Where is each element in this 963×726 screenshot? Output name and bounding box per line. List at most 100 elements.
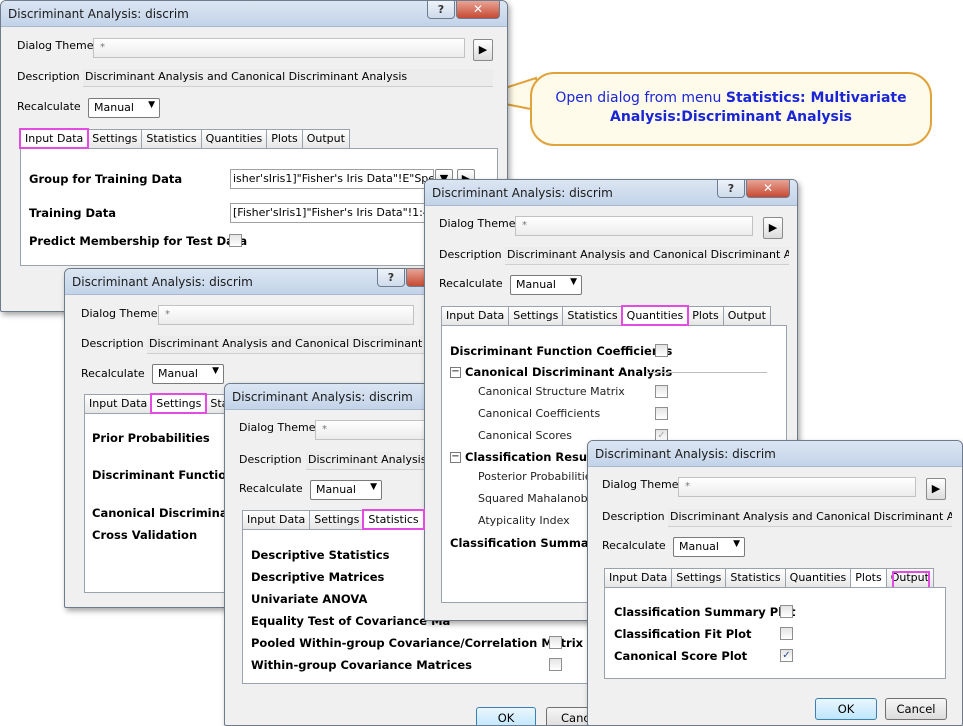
tab-input-data[interactable]: Input Data bbox=[18, 128, 90, 149]
equality-test-label: Equality Test of Covariance Ma bbox=[251, 614, 451, 628]
tab-plots[interactable]: Plots bbox=[850, 568, 887, 587]
tab-settings[interactable]: Settings bbox=[309, 510, 365, 529]
callout-text-prefix: Open dialog from menu bbox=[555, 90, 726, 106]
description-label: Description bbox=[239, 453, 302, 466]
theme-input[interactable]: * bbox=[93, 38, 465, 58]
recalculate-select[interactable]: Manual ▼ bbox=[152, 364, 224, 384]
recalculate-value: Manual bbox=[158, 367, 198, 380]
tab-statistics[interactable]: Statistics bbox=[141, 129, 202, 148]
chevron-down-icon: ▼ bbox=[570, 277, 577, 287]
theme-menu-button[interactable]: ▶ bbox=[926, 478, 946, 500]
tab-quantities[interactable]: Quantities bbox=[620, 305, 690, 326]
canonical-score-plot-checkbox[interactable]: ✓ bbox=[780, 649, 793, 662]
theme-input[interactable]: * bbox=[158, 305, 414, 325]
tab-plots[interactable]: Plots bbox=[687, 306, 724, 325]
canonical-coefficients-checkbox[interactable] bbox=[655, 407, 668, 420]
atypicality-index-label: Atypicality Index bbox=[478, 514, 570, 527]
recalculate-value: Manual bbox=[316, 483, 356, 496]
help-button[interactable]: ? bbox=[377, 269, 405, 287]
theme-input[interactable]: * bbox=[515, 216, 753, 236]
theme-label: Dialog Theme bbox=[17, 39, 94, 52]
tab-quantities[interactable]: Quantities bbox=[784, 568, 852, 587]
recalculate-value: Manual bbox=[94, 101, 134, 114]
titlebar: Discriminant Analysis: discrim ? ✕ bbox=[425, 180, 797, 206]
tab-input-data[interactable]: Input Data bbox=[84, 394, 153, 413]
instruction-callout: Open dialog from menu Statistics: Multiv… bbox=[530, 72, 932, 146]
tab-statistics[interactable]: Statistics bbox=[562, 306, 623, 325]
close-icon: ✕ bbox=[762, 181, 774, 195]
tab-strip: Input Data Settings Statistics bbox=[242, 509, 425, 530]
pooled-covariance-checkbox[interactable] bbox=[549, 636, 562, 649]
description-field: Discriminant Analysis and Canonical Disc… bbox=[505, 247, 789, 265]
canonical-structure-checkbox[interactable] bbox=[655, 385, 668, 398]
tab-strip: Input Data Settings Statistics Quantitie… bbox=[441, 305, 771, 326]
chevron-down-icon: ▼ bbox=[212, 366, 219, 376]
classification-collapse-toggle[interactable]: − bbox=[450, 452, 461, 463]
recalculate-select[interactable]: Manual ▼ bbox=[310, 480, 382, 500]
posterior-probabilities-label: Posterior Probabilities bbox=[478, 470, 598, 483]
predict-membership-checkbox[interactable] bbox=[229, 234, 242, 247]
help-button[interactable]: ? bbox=[717, 180, 745, 198]
description-field: Discriminant Analysis and Canonical Disc… bbox=[147, 336, 435, 354]
cross-validation-label: Cross Validation bbox=[92, 528, 198, 542]
tab-quantities[interactable]: Quantities bbox=[200, 129, 268, 148]
ok-button[interactable]: OK bbox=[476, 707, 536, 725]
canonical-discriminant-label: Canonical Discriminant bbox=[92, 506, 242, 520]
tab-settings[interactable]: Settings bbox=[508, 306, 564, 325]
window-title: Discriminant Analysis: discrim bbox=[72, 275, 253, 289]
tab-settings[interactable]: Settings bbox=[87, 129, 143, 148]
tab-output[interactable]: Output bbox=[722, 306, 771, 325]
theme-input[interactable]: * bbox=[678, 477, 916, 497]
within-group-covariance-label: Within-group Covariance Matrices bbox=[251, 658, 472, 672]
dialog-plots: Discriminant Analysis: discrim Dialog Th… bbox=[587, 440, 963, 726]
description-label: Description bbox=[439, 248, 502, 261]
description-field: Discriminant Analysis and Canonical Disc… bbox=[668, 509, 952, 527]
group-training-field[interactable]: isher'sIris1]"Fisher's Iris Data"!E"Spec… bbox=[230, 169, 434, 189]
canonical-group-label: Canonical Discriminant Analysis bbox=[465, 365, 673, 379]
tab-strip: Input Data Settings Statistics Quantitie… bbox=[604, 568, 934, 587]
descriptive-matrices-label: Descriptive Matrices bbox=[251, 570, 385, 584]
univariate-anova-label: Univariate ANOVA bbox=[251, 592, 368, 606]
tab-settings[interactable]: Settings bbox=[150, 393, 208, 414]
group-training-label: Group for Training Data bbox=[29, 172, 183, 186]
canonical-structure-label: Canonical Structure Matrix bbox=[478, 385, 625, 398]
canonical-collapse-toggle[interactable]: − bbox=[450, 367, 461, 378]
recalculate-select[interactable]: Manual ▼ bbox=[510, 275, 582, 295]
cancel-button[interactable]: Cancel bbox=[885, 698, 947, 720]
recalculate-label: Recalculate bbox=[17, 100, 81, 113]
recalculate-label: Recalculate bbox=[602, 539, 666, 552]
training-data-label: Training Data bbox=[29, 206, 117, 220]
recalculate-select[interactable]: Manual ▼ bbox=[88, 98, 160, 118]
recalculate-label: Recalculate bbox=[439, 277, 503, 290]
tab-strip: Input Data Settings Sta bbox=[84, 393, 234, 414]
close-button[interactable]: ✕ bbox=[456, 1, 500, 19]
ok-button[interactable]: OK bbox=[815, 698, 877, 720]
tab-input-data[interactable]: Input Data bbox=[604, 568, 673, 587]
within-group-covariance-checkbox[interactable] bbox=[549, 658, 562, 671]
description-label: Description bbox=[17, 70, 80, 83]
training-data-field[interactable]: [Fisher'sIris1]"Fisher's Iris Data"!1:4 bbox=[230, 203, 450, 223]
tab-input-data[interactable]: Input Data bbox=[242, 510, 311, 529]
classification-fit-plot-checkbox[interactable] bbox=[780, 627, 793, 640]
arrow-right-icon: ▶ bbox=[478, 43, 488, 56]
window-title: Discriminant Analysis: discrim bbox=[8, 7, 189, 21]
pooled-covariance-label: Pooled Within-group Covariance/Correlati… bbox=[251, 636, 584, 650]
close-button[interactable]: ✕ bbox=[746, 180, 790, 198]
classification-summary-label: Classification Summary bbox=[450, 536, 602, 550]
theme-menu-button[interactable]: ▶ bbox=[473, 39, 493, 61]
window-title: Discriminant Analysis: discrim bbox=[432, 186, 613, 200]
help-button[interactable]: ? bbox=[427, 1, 455, 19]
theme-label: Dialog Theme bbox=[81, 307, 158, 320]
canonical-scores-label: Canonical Scores bbox=[478, 429, 573, 442]
classification-summary-plot-checkbox[interactable] bbox=[780, 605, 793, 618]
tab-statistics[interactable]: Statistics bbox=[725, 568, 786, 587]
theme-menu-button[interactable]: ▶ bbox=[763, 217, 783, 239]
discriminant-coefficients-checkbox[interactable] bbox=[655, 344, 668, 357]
tab-output[interactable]: Output bbox=[301, 129, 350, 148]
tab-statistics[interactable]: Statistics bbox=[362, 509, 425, 530]
recalculate-select[interactable]: Manual ▼ bbox=[673, 537, 745, 557]
tab-plots[interactable]: Plots bbox=[266, 129, 303, 148]
tab-input-data[interactable]: Input Data bbox=[441, 306, 510, 325]
tab-settings[interactable]: Settings bbox=[671, 568, 727, 587]
discriminant-coefficients-label: Discriminant Function Coefficients bbox=[450, 344, 673, 358]
